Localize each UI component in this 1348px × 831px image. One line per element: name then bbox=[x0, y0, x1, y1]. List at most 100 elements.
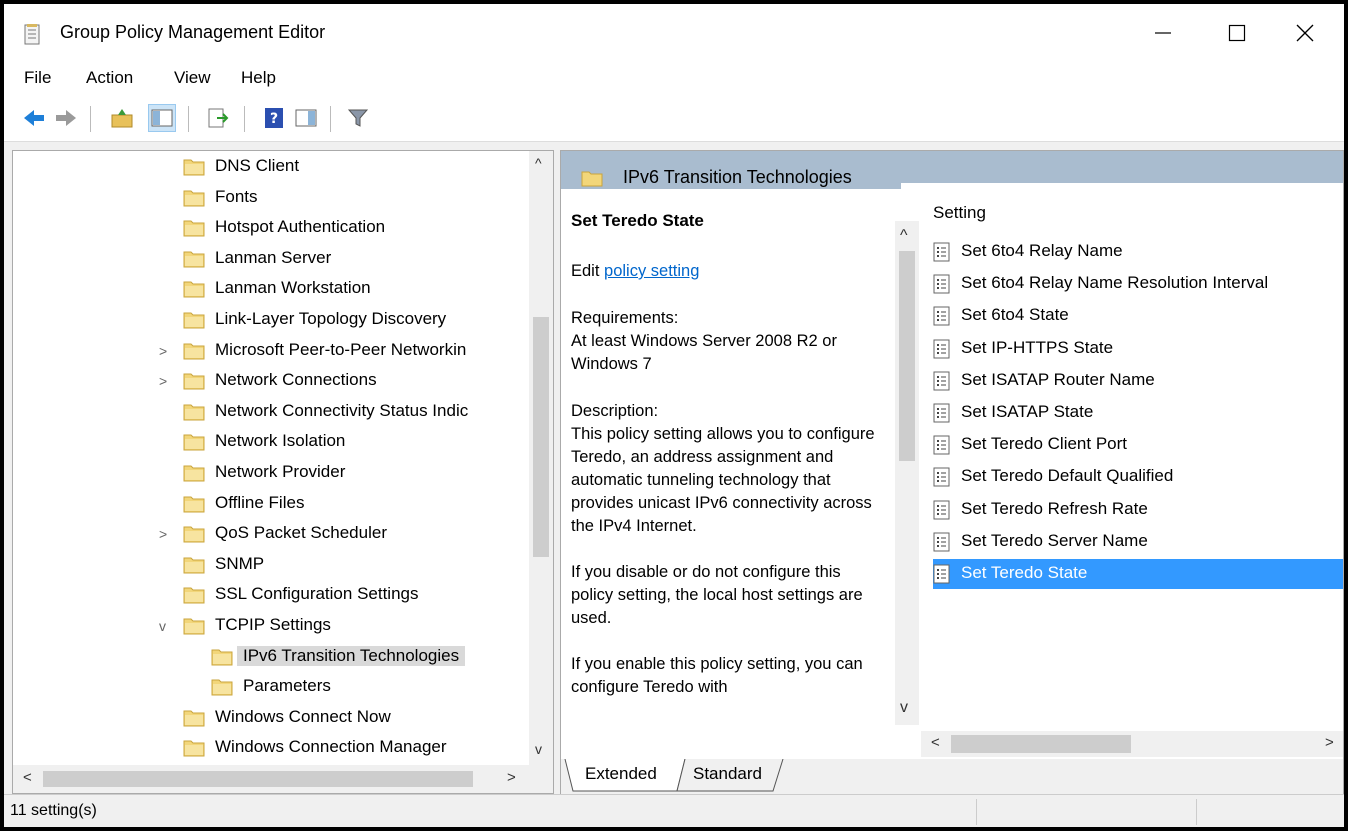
tree-item[interactable]: Lanman Server bbox=[13, 245, 533, 275]
back-arrow-icon bbox=[24, 110, 44, 126]
tree-item[interactable]: > Microsoft Peer-to-Peer Networkin bbox=[13, 337, 533, 367]
description-panel: Set Teredo State Edit policy setting Req… bbox=[561, 189, 901, 759]
setting-column-header[interactable]: Setting bbox=[933, 203, 986, 223]
setting-label: Set Teredo Server Name bbox=[961, 530, 1148, 550]
tree-item-label: Microsoft Peer-to-Peer Networkin bbox=[215, 339, 467, 359]
tree-item[interactable]: v TCPIP Settings bbox=[13, 612, 533, 642]
setting-row[interactable]: Set 6to4 Relay Name bbox=[933, 237, 1343, 267]
scroll-up-arrow-icon[interactable]: ^ bbox=[535, 155, 542, 171]
setting-row[interactable]: Set Teredo Default Qualified bbox=[933, 462, 1343, 492]
tree-item[interactable]: Windows Connect Now bbox=[13, 704, 533, 734]
folder-icon bbox=[183, 557, 205, 574]
window-title: Group Policy Management Editor bbox=[60, 22, 326, 42]
chevron-right-icon[interactable]: > bbox=[159, 373, 175, 389]
setting-row[interactable]: Set ISATAP State bbox=[933, 398, 1343, 428]
status-text: 11 setting(s) bbox=[10, 802, 97, 819]
setting-row[interactable]: Set Teredo Refresh Rate bbox=[933, 495, 1343, 525]
tree-item[interactable]: DNS Client bbox=[13, 153, 533, 183]
folder-icon bbox=[183, 159, 205, 176]
tree-item[interactable]: SSL Configuration Settings bbox=[13, 581, 533, 611]
tree-item[interactable]: Fonts bbox=[13, 184, 533, 214]
menu-help[interactable]: Help bbox=[241, 68, 276, 88]
policy-setting-icon bbox=[933, 500, 950, 520]
help-button[interactable]: ? bbox=[260, 104, 288, 132]
setting-row[interactable]: Set Teredo State bbox=[933, 559, 1343, 589]
tree-item[interactable]: Offline Files bbox=[13, 490, 533, 520]
back-button[interactable] bbox=[20, 104, 48, 132]
scroll-down-arrow-icon[interactable]: v bbox=[900, 699, 908, 717]
scroll-down-arrow-icon[interactable]: v bbox=[535, 741, 542, 757]
tree-item[interactable]: > Network Connections bbox=[13, 367, 533, 397]
folder-icon bbox=[183, 251, 205, 268]
menu-action[interactable]: Action bbox=[86, 68, 133, 88]
scroll-right-arrow-icon[interactable]: > bbox=[507, 769, 516, 786]
tree-item[interactable]: Parameters bbox=[13, 673, 533, 703]
policy-setting-link[interactable]: policy setting bbox=[604, 262, 699, 280]
setting-row[interactable]: Set Teredo Server Name bbox=[933, 527, 1343, 557]
tree-item[interactable]: Network Isolation bbox=[13, 428, 533, 458]
list-horizontal-scrollbar[interactable]: < > bbox=[921, 731, 1343, 757]
tree-horizontal-scrollbar[interactable]: < > bbox=[13, 765, 529, 793]
close-button[interactable] bbox=[1260, 4, 1348, 62]
tree-item[interactable]: Link-Layer Topology Discovery bbox=[13, 306, 533, 336]
tree-vertical-scroll-thumb[interactable] bbox=[533, 317, 549, 557]
tree-item-label: SNMP bbox=[215, 553, 265, 573]
show-hide-action-pane-button[interactable] bbox=[292, 104, 320, 132]
list-vertical-scroll-thumb[interactable] bbox=[899, 251, 915, 461]
tree-item[interactable]: Lanman Workstation bbox=[13, 275, 533, 305]
export-list-button[interactable] bbox=[204, 104, 232, 132]
tab-standard[interactable]: Standard bbox=[693, 759, 762, 791]
tab-extended[interactable]: Extended bbox=[585, 759, 657, 791]
tree-item[interactable]: > QoS Packet Scheduler bbox=[13, 520, 533, 550]
tree-vertical-scrollbar[interactable]: ^ v bbox=[529, 151, 553, 765]
scroll-right-arrow-icon[interactable]: > bbox=[1325, 734, 1334, 751]
scroll-left-arrow-icon[interactable]: < bbox=[23, 769, 32, 786]
folder-icon bbox=[183, 343, 205, 360]
chevron-right-icon[interactable]: > bbox=[159, 526, 175, 542]
setting-row[interactable]: Set ISATAP Router Name bbox=[933, 366, 1343, 396]
tree-item-label: Hotspot Authentication bbox=[215, 217, 386, 237]
status-divider bbox=[976, 799, 977, 825]
menu-file[interactable]: File bbox=[24, 68, 51, 88]
menu-bar: File Action View Help bbox=[4, 62, 1344, 96]
menu-view[interactable]: View bbox=[174, 68, 211, 88]
title-bar: Group Policy Management Editor bbox=[4, 4, 1344, 62]
app-icon bbox=[24, 24, 40, 45]
tree-item-label: IPv6 Transition Technologies bbox=[237, 645, 466, 666]
setting-row[interactable]: Set 6to4 State bbox=[933, 301, 1343, 331]
folder-icon bbox=[183, 281, 205, 298]
setting-label: Set ISATAP State bbox=[961, 402, 1094, 421]
chevron-right-icon[interactable]: > bbox=[159, 343, 175, 359]
folder-icon bbox=[183, 710, 205, 727]
list-horizontal-scroll-thumb[interactable] bbox=[951, 735, 1131, 753]
list-vertical-scrollbar[interactable]: ^ v bbox=[895, 221, 919, 725]
forward-button[interactable] bbox=[52, 104, 80, 132]
console-tree[interactable]: DNS Client Fonts Hotspot Authentication Lan… bbox=[12, 150, 554, 794]
policy-setting-icon bbox=[933, 467, 950, 487]
policy-setting-icon bbox=[933, 403, 950, 423]
setting-row[interactable]: Set 6to4 Relay Name Resolution Interval bbox=[933, 269, 1343, 299]
tree-item[interactable]: Windows Connection Manager bbox=[13, 734, 533, 764]
tree-item[interactable]: Hotspot Authentication bbox=[13, 214, 533, 244]
tree-item[interactable]: SNMP bbox=[13, 551, 533, 581]
description-paragraph-3: If you enable this policy setting, you c… bbox=[571, 655, 863, 696]
chevron-down-icon[interactable]: v bbox=[159, 618, 175, 634]
tree-item[interactable]: IPv6 Transition Technologies bbox=[13, 643, 533, 673]
show-hide-console-tree-button[interactable] bbox=[148, 104, 176, 132]
edit-line: Edit policy setting bbox=[571, 260, 881, 283]
toolbar-separator bbox=[244, 106, 245, 132]
scroll-left-arrow-icon[interactable]: < bbox=[931, 734, 940, 751]
tree-item[interactable]: Network Connectivity Status Indic bbox=[13, 398, 533, 428]
folder-icon bbox=[581, 171, 603, 187]
tree-horizontal-scroll-thumb[interactable] bbox=[43, 771, 473, 787]
scroll-up-arrow-icon[interactable]: ^ bbox=[900, 227, 908, 245]
requirements-text: At least Windows Server 2008 R2 or Windo… bbox=[571, 332, 837, 373]
setting-row[interactable]: Set IP-HTTPS State bbox=[933, 334, 1343, 364]
tree-item-label: Link-Layer Topology Discovery bbox=[215, 309, 447, 328]
up-folder-icon bbox=[111, 109, 133, 128]
tree-item[interactable]: Network Provider bbox=[13, 459, 533, 489]
filter-button[interactable] bbox=[344, 104, 372, 132]
policy-setting-icon bbox=[933, 564, 950, 584]
setting-row[interactable]: Set Teredo Client Port bbox=[933, 430, 1343, 460]
up-one-level-button[interactable] bbox=[108, 104, 136, 132]
